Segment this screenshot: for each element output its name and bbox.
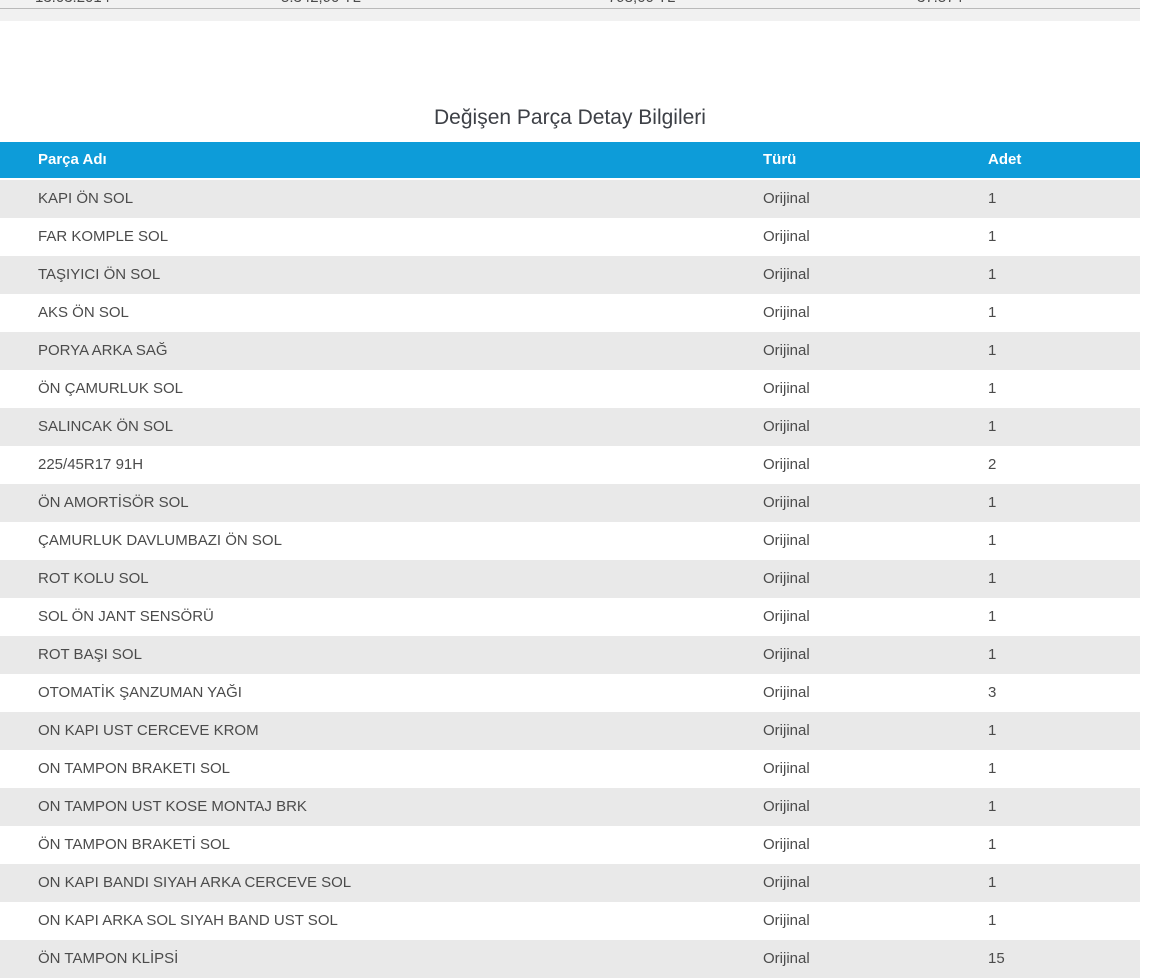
part-qty-cell: 3 bbox=[988, 674, 996, 712]
column-header-turu: Türü bbox=[763, 142, 796, 178]
table-body: KAPI ÖN SOL Orijinal 1 FAR KOMPLE SOL Orijin… bbox=[0, 180, 1140, 978]
part-qty-cell: 15 bbox=[988, 940, 1005, 978]
part-qty-cell: 1 bbox=[988, 294, 996, 332]
partial-cell-date: 13.03.2014 bbox=[35, 0, 110, 8]
part-qty-cell: 1 bbox=[988, 826, 996, 864]
table-row: ROT KOLU SOL Orijinal 1 bbox=[0, 560, 1140, 598]
part-name-cell: FAR KOMPLE SOL bbox=[38, 218, 168, 256]
part-name-cell: ON KAPI UST CERCEVE KROM bbox=[38, 712, 259, 750]
partial-cell-amount-2: 798,00 TL bbox=[608, 0, 675, 8]
part-name-cell: ON KAPI BANDI SIYAH ARKA CERCEVE SOL bbox=[38, 864, 351, 902]
part-name-cell: TAŞIYICI ÖN SOL bbox=[38, 256, 160, 294]
table-row: TAŞIYICI ÖN SOL Orijinal 1 bbox=[0, 256, 1140, 294]
part-type-cell: Orijinal bbox=[763, 864, 810, 902]
part-type-cell: Orijinal bbox=[763, 218, 810, 256]
part-name-cell: OTOMATİK ŞANZUMAN YAĞI bbox=[38, 674, 242, 712]
part-name-cell: AKS ÖN SOL bbox=[38, 294, 129, 332]
part-type-cell: Orijinal bbox=[763, 750, 810, 788]
column-header-adet: Adet bbox=[988, 142, 1021, 178]
part-name-cell: ROT KOLU SOL bbox=[38, 560, 149, 598]
part-type-cell: Orijinal bbox=[763, 370, 810, 408]
previous-table-bottom-border bbox=[0, 8, 1140, 9]
part-qty-cell: 1 bbox=[988, 332, 996, 370]
part-type-cell: Orijinal bbox=[763, 598, 810, 636]
table-row: ÖN AMORTİSÖR SOL Orijinal 1 bbox=[0, 484, 1140, 522]
part-qty-cell: 1 bbox=[988, 750, 996, 788]
part-name-cell: KAPI ÖN SOL bbox=[38, 180, 133, 218]
part-qty-cell: 1 bbox=[988, 788, 996, 826]
table-header-row: Parça Adı Türü Adet bbox=[0, 142, 1140, 178]
part-qty-cell: 1 bbox=[988, 408, 996, 446]
part-qty-cell: 1 bbox=[988, 560, 996, 598]
part-qty-cell: 1 bbox=[988, 864, 996, 902]
table-row: ÖN ÇAMURLUK SOL Orijinal 1 bbox=[0, 370, 1140, 408]
part-type-cell: Orijinal bbox=[763, 180, 810, 218]
part-qty-cell: 1 bbox=[988, 636, 996, 674]
table-row: ROT BAŞI SOL Orijinal 1 bbox=[0, 636, 1140, 674]
part-qty-cell: 1 bbox=[988, 218, 996, 256]
part-name-cell: SOL ÖN JANT SENSÖRÜ bbox=[38, 598, 214, 636]
part-type-cell: Orijinal bbox=[763, 712, 810, 750]
table-row: ÇAMURLUK DAVLUMBAZI ÖN SOL Orijinal 1 bbox=[0, 522, 1140, 560]
part-type-cell: Orijinal bbox=[763, 560, 810, 598]
partial-cell-kilometers: 37.574 bbox=[917, 0, 963, 8]
part-qty-cell: 1 bbox=[988, 522, 996, 560]
part-qty-cell: 1 bbox=[988, 370, 996, 408]
partial-cell-amount-1: 5.342,90 TL bbox=[281, 0, 361, 8]
part-type-cell: Orijinal bbox=[763, 446, 810, 484]
column-header-parca-adi: Parça Adı bbox=[38, 142, 107, 178]
part-qty-cell: 1 bbox=[988, 712, 996, 750]
part-name-cell: ON TAMPON BRAKETI SOL bbox=[38, 750, 230, 788]
table-row: ON KAPI UST CERCEVE KROM Orijinal 1 bbox=[0, 712, 1140, 750]
part-qty-cell: 1 bbox=[988, 902, 996, 940]
table-row: ON TAMPON UST KOSE MONTAJ BRK Orijinal 1 bbox=[0, 788, 1140, 826]
part-name-cell: ROT BAŞI SOL bbox=[38, 636, 142, 674]
previous-table-partial-row: 13.03.2014 5.342,90 TL 798,00 TL 37.574 bbox=[0, 0, 1140, 21]
part-name-cell: ÖN ÇAMURLUK SOL bbox=[38, 370, 183, 408]
table-row: SOL ÖN JANT SENSÖRÜ Orijinal 1 bbox=[0, 598, 1140, 636]
table-row: ON TAMPON BRAKETI SOL Orijinal 1 bbox=[0, 750, 1140, 788]
part-type-cell: Orijinal bbox=[763, 522, 810, 560]
part-type-cell: Orijinal bbox=[763, 940, 810, 978]
part-type-cell: Orijinal bbox=[763, 826, 810, 864]
part-name-cell: ÖN TAMPON KLİPSİ bbox=[38, 940, 178, 978]
part-type-cell: Orijinal bbox=[763, 294, 810, 332]
part-name-cell: ÇAMURLUK DAVLUMBAZI ÖN SOL bbox=[38, 522, 282, 560]
table-row: ÖN TAMPON BRAKETİ SOL Orijinal 1 bbox=[0, 826, 1140, 864]
part-name-cell: ÖN AMORTİSÖR SOL bbox=[38, 484, 189, 522]
table-row: KAPI ÖN SOL Orijinal 1 bbox=[0, 180, 1140, 218]
part-qty-cell: 1 bbox=[988, 598, 996, 636]
part-type-cell: Orijinal bbox=[763, 674, 810, 712]
table-row: ÖN TAMPON KLİPSİ Orijinal 15 bbox=[0, 940, 1140, 978]
part-name-cell: SALINCAK ÖN SOL bbox=[38, 408, 173, 446]
table-row: AKS ÖN SOL Orijinal 1 bbox=[0, 294, 1140, 332]
part-qty-cell: 1 bbox=[988, 484, 996, 522]
part-qty-cell: 1 bbox=[988, 256, 996, 294]
changed-parts-table: Parça Adı Türü Adet KAPI ÖN SOL Orijinal 1… bbox=[0, 142, 1140, 978]
part-type-cell: Orijinal bbox=[763, 902, 810, 940]
part-type-cell: Orijinal bbox=[763, 484, 810, 522]
part-name-cell: ON TAMPON UST KOSE MONTAJ BRK bbox=[38, 788, 307, 826]
table-row: 225/45R17 91H Orijinal 2 bbox=[0, 446, 1140, 484]
part-name-cell: ON KAPI ARKA SOL SIYAH BAND UST SOL bbox=[38, 902, 338, 940]
table-row: PORYA ARKA SAĞ Orijinal 1 bbox=[0, 332, 1140, 370]
part-type-cell: Orijinal bbox=[763, 256, 810, 294]
part-name-cell: PORYA ARKA SAĞ bbox=[38, 332, 168, 370]
part-type-cell: Orijinal bbox=[763, 332, 810, 370]
table-row: ON KAPI BANDI SIYAH ARKA CERCEVE SOL Orij… bbox=[0, 864, 1140, 902]
table-row: OTOMATİK ŞANZUMAN YAĞI Orijinal 3 bbox=[0, 674, 1140, 712]
part-name-cell: 225/45R17 91H bbox=[38, 446, 143, 484]
part-name-cell: ÖN TAMPON BRAKETİ SOL bbox=[38, 826, 230, 864]
part-type-cell: Orijinal bbox=[763, 788, 810, 826]
section-title: Değişen Parça Detay Bilgileri bbox=[0, 106, 1140, 130]
partial-row-cells: 13.03.2014 5.342,90 TL 798,00 TL 37.574 bbox=[0, 0, 1140, 8]
table-row: SALINCAK ÖN SOL Orijinal 1 bbox=[0, 408, 1140, 446]
table-row: ON KAPI ARKA SOL SIYAH BAND UST SOL Oriji… bbox=[0, 902, 1140, 940]
part-qty-cell: 1 bbox=[988, 180, 996, 218]
part-qty-cell: 2 bbox=[988, 446, 996, 484]
part-type-cell: Orijinal bbox=[763, 408, 810, 446]
table-row: FAR KOMPLE SOL Orijinal 1 bbox=[0, 218, 1140, 256]
part-type-cell: Orijinal bbox=[763, 636, 810, 674]
